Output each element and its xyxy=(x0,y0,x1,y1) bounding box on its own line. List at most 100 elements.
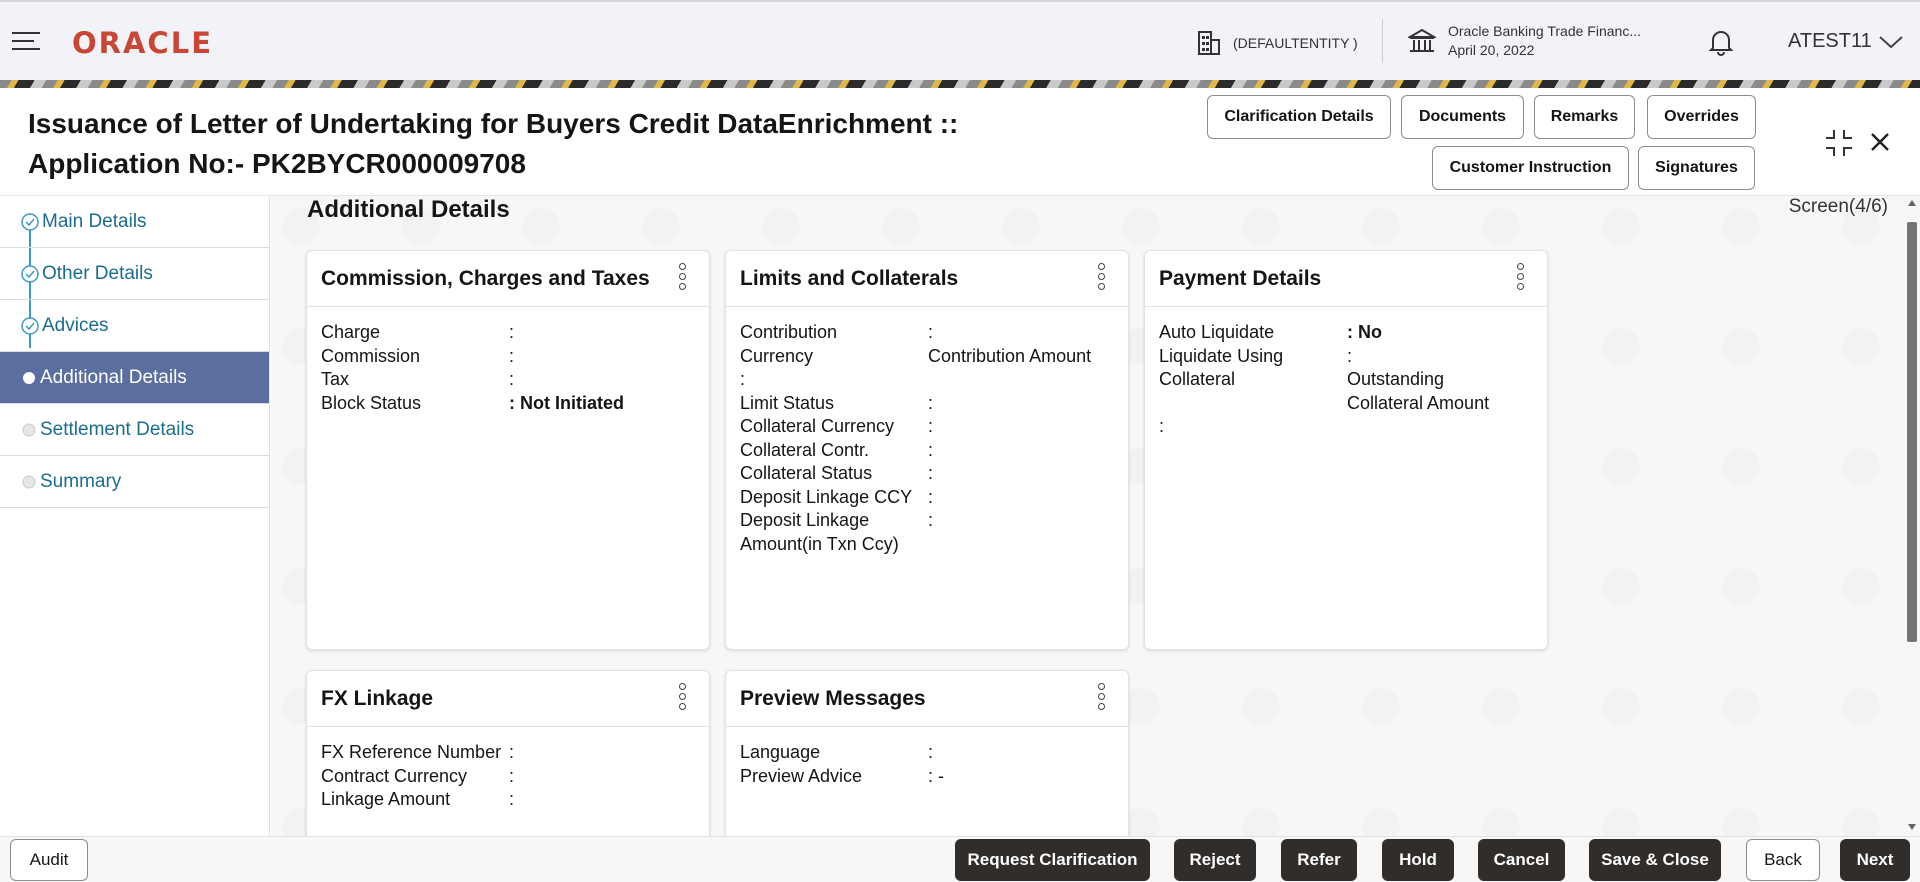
check-circle-icon xyxy=(21,212,39,231)
check-circle-icon xyxy=(21,264,39,283)
page-title: Issuance of Letter of Undertaking for Bu… xyxy=(28,104,958,184)
decorative-banner xyxy=(0,80,1920,88)
branch-selector[interactable]: Oracle Banking Trade Financ... April 20,… xyxy=(1408,22,1641,60)
remarks-button[interactable]: Remarks xyxy=(1534,95,1635,139)
sidebar-item-label: Additional Details xyxy=(40,366,187,388)
field-row: Liquidate Using: xyxy=(1159,345,1533,369)
field-value: : xyxy=(928,392,934,413)
field-label: Deposit Linkage xyxy=(740,510,870,530)
hamburger-menu-icon[interactable] xyxy=(12,32,40,52)
bell-icon[interactable] xyxy=(1708,28,1734,61)
commission-charges-taxes-card: Commission, Charges and Taxes Charge: Co… xyxy=(306,250,710,650)
user-menu[interactable]: ATEST11 xyxy=(1788,30,1904,53)
payment-details-card: Payment Details Auto Liquidate: No Liqui… xyxy=(1144,250,1548,650)
sidebar-item-advices[interactable]: Advices xyxy=(0,300,269,352)
field-label: Collateral Contr. xyxy=(740,439,870,460)
more-options-icon[interactable] xyxy=(679,683,687,713)
overrides-button[interactable]: Overrides xyxy=(1647,95,1756,139)
field-row: Commission: xyxy=(321,345,695,369)
more-options-icon[interactable] xyxy=(1517,263,1525,293)
limits-collaterals-card: Limits and Collaterals Contribution: Cur… xyxy=(725,250,1129,650)
field-label: Deposit Linkage CCY xyxy=(740,486,913,507)
customer-instruction-button[interactable]: Customer Instruction xyxy=(1432,146,1629,190)
field-label: Preview Advice xyxy=(740,765,863,786)
more-options-icon[interactable] xyxy=(1098,263,1106,293)
clarification-details-button[interactable]: Clarification Details xyxy=(1207,95,1391,139)
cancel-button[interactable]: Cancel xyxy=(1478,839,1565,881)
reject-button[interactable]: Reject xyxy=(1174,839,1256,881)
signatures-button[interactable]: Signatures xyxy=(1638,146,1755,190)
scroll-down-icon[interactable] xyxy=(1908,824,1916,830)
card-body: Language: Preview Advice : - xyxy=(726,727,1128,802)
preview-messages-card: Preview Messages Language: Preview Advic… xyxy=(725,670,1129,836)
field-value: : xyxy=(1347,345,1353,366)
branch-date: April 20, 2022 xyxy=(1448,42,1535,58)
section-title: Additional Details xyxy=(307,196,510,223)
more-options-icon[interactable] xyxy=(1098,683,1106,713)
sidebar-item-additional-details[interactable]: Additional Details xyxy=(0,352,269,404)
save-close-button[interactable]: Save & Close xyxy=(1589,839,1721,881)
sidebar-item-summary[interactable]: Summary xyxy=(0,456,269,508)
sidebar-item-label: Main Details xyxy=(42,210,147,232)
sidebar-item-label: Advices xyxy=(42,314,109,336)
scroll-thumb[interactable] xyxy=(1907,222,1917,642)
top-header: ORACLE (DEFAULTENTITY ) Oracle Banking T… xyxy=(0,0,1920,80)
screen-indicator: Screen(4/6) xyxy=(1788,196,1888,217)
entity-selector[interactable]: (DEFAULTENTITY ) xyxy=(1197,28,1358,58)
hold-button[interactable]: Hold xyxy=(1382,839,1454,881)
field-label: Language xyxy=(740,742,821,762)
card-body: Contribution: Currency Contribution Amoun… xyxy=(726,307,1128,570)
field-label: Liquidate Using xyxy=(1159,345,1284,366)
field-label: Contract Currency xyxy=(321,765,468,786)
branch-name: Oracle Banking Trade Financ... xyxy=(1448,23,1641,39)
refer-button[interactable]: Refer xyxy=(1281,839,1357,881)
field-row: Contribution: xyxy=(740,321,1114,345)
field-value: : xyxy=(1159,416,1165,436)
maximize-icon[interactable] xyxy=(1824,128,1854,163)
field-label: Collateral xyxy=(1159,369,1236,389)
more-options-icon[interactable] xyxy=(679,263,687,293)
field-row: : xyxy=(1159,415,1533,439)
field-label: Commission xyxy=(321,345,421,366)
scroll-up-icon[interactable] xyxy=(1908,200,1916,206)
card-header: Preview Messages xyxy=(726,671,1128,727)
next-button[interactable]: Next xyxy=(1840,839,1910,881)
field-row: Currency Contribution Amount xyxy=(740,345,1114,369)
field-value: : xyxy=(928,463,934,483)
field-label: Contribution xyxy=(740,322,838,342)
back-button[interactable]: Back xyxy=(1746,839,1820,881)
close-icon[interactable] xyxy=(1868,130,1892,159)
field-value: : xyxy=(509,369,515,389)
field-row: Limit Status: xyxy=(740,392,1114,416)
field-label: Linkage Amount xyxy=(321,789,451,809)
card-title: Payment Details xyxy=(1159,267,1322,290)
card-header: Commission, Charges and Taxes xyxy=(307,251,709,307)
audit-button[interactable]: Audit xyxy=(10,839,88,881)
header-divider xyxy=(1382,19,1383,63)
field-label: Collateral Amount xyxy=(1347,392,1490,413)
field-row: : xyxy=(740,368,1114,392)
bank-icon xyxy=(1408,28,1436,52)
sidebar-item-other-details[interactable]: Other Details xyxy=(0,248,269,300)
card-body: Auto Liquidate: No Liquidate Using: Coll… xyxy=(1145,307,1547,453)
field-row: Deposit Linkage CCY: xyxy=(740,486,1114,510)
title-bar: Issuance of Letter of Undertaking for Bu… xyxy=(0,88,1920,196)
field-value: : xyxy=(928,510,934,530)
sidebar-item-settlement-details[interactable]: Settlement Details xyxy=(0,404,269,456)
field-label: Auto Liquidate xyxy=(1159,322,1275,342)
field-value: : - xyxy=(928,765,944,786)
action-footer: Audit Request Clarification Reject Refer… xyxy=(0,836,1920,882)
field-row: Tax: xyxy=(321,368,695,392)
field-value: : xyxy=(509,322,515,342)
main-scrollbar[interactable] xyxy=(1904,196,1920,836)
step-dot-icon xyxy=(22,423,36,436)
request-clarification-button[interactable]: Request Clarification xyxy=(955,839,1150,881)
documents-button[interactable]: Documents xyxy=(1401,95,1524,139)
card-title: Preview Messages xyxy=(740,687,926,710)
field-row: Language: xyxy=(740,741,1114,765)
sidebar-item-main-details[interactable]: Main Details xyxy=(0,196,269,248)
field-value: : xyxy=(509,765,515,786)
main-content: Additional Details Screen(4/6) Commissio… xyxy=(271,196,1920,836)
field-label: Limit Status xyxy=(740,392,835,413)
field-label: Outstanding xyxy=(1347,369,1445,389)
